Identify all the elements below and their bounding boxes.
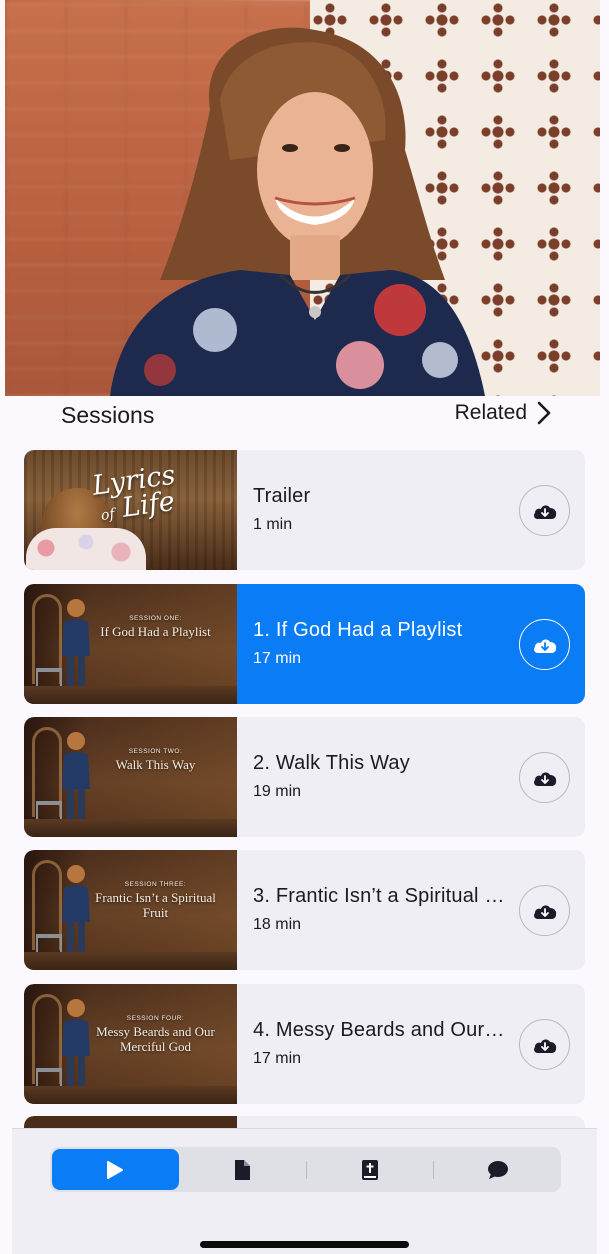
tab-video[interactable] bbox=[52, 1149, 179, 1190]
thumbnail-logo-lyrics-of-life: Lyrics of Life bbox=[90, 459, 178, 526]
session-thumbnail: SESSION THREE: Frantic Isn’t a Spiritual… bbox=[24, 850, 237, 970]
cloud-download-icon bbox=[533, 504, 556, 519]
session-card-1[interactable]: SESSION ONE: If God Had a Playlist 1. If… bbox=[24, 584, 585, 704]
thumbnail-floor bbox=[24, 952, 237, 970]
segmented-control bbox=[50, 1147, 561, 1192]
chat-bubble-icon bbox=[487, 1160, 508, 1179]
thumbnail-speaker bbox=[62, 599, 90, 690]
thumbnail-caption: SESSION FOUR: Messy Beards and Our Merci… bbox=[96, 1015, 215, 1054]
cloud-download-icon bbox=[533, 638, 556, 653]
session-card-2[interactable]: SESSION TWO: Walk This Way 2. Walk This … bbox=[24, 717, 585, 837]
session-title: 4. Messy Beards and Our Merciful God bbox=[253, 1019, 509, 1041]
hero-video[interactable] bbox=[5, 0, 600, 396]
related-link[interactable]: Related bbox=[455, 401, 551, 425]
home-indicator[interactable] bbox=[200, 1241, 409, 1248]
thumbnail-caption: SESSION THREE: Frantic Isn’t a Spiritual… bbox=[95, 881, 216, 920]
chevron-right-icon bbox=[537, 401, 551, 425]
thumbnail-caption: SESSION TWO: Walk This Way bbox=[115, 748, 196, 772]
session-thumbnail: SESSION ONE: If God Had a Playlist bbox=[24, 584, 237, 704]
tab-bible[interactable] bbox=[307, 1149, 434, 1190]
cloud-download-icon bbox=[533, 771, 556, 786]
thumbnail-floor bbox=[24, 686, 237, 704]
thumbnail-figure-blouse bbox=[26, 528, 146, 570]
session-card-4[interactable]: SESSION FOUR: Messy Beards and Our Merci… bbox=[24, 984, 585, 1104]
session-title: 1. If God Had a Playlist bbox=[253, 619, 463, 641]
thumbnail-speaker bbox=[62, 732, 90, 823]
cloud-download-icon bbox=[533, 904, 556, 919]
session-card-trailer[interactable]: Lyrics of Life Trailer 1 min bbox=[24, 450, 585, 570]
session-title: Trailer bbox=[253, 485, 311, 507]
session-thumbnail: Lyrics of Life bbox=[24, 450, 237, 570]
download-button[interactable] bbox=[519, 885, 570, 936]
thumbnail-caption: SESSION ONE: If God Had a Playlist bbox=[100, 615, 211, 639]
sessions-heading: Sessions bbox=[61, 402, 155, 428]
bible-icon bbox=[361, 1159, 378, 1180]
play-icon bbox=[107, 1160, 124, 1179]
tab-document[interactable] bbox=[179, 1149, 306, 1190]
thumbnail-floor bbox=[24, 819, 237, 837]
screen: Sessions Related Lyrics of Life Trailer 1… bbox=[0, 0, 609, 1254]
related-label: Related bbox=[454, 401, 527, 424]
session-title: 3. Frantic Isn’t a Spiritual Fruit bbox=[253, 885, 509, 907]
speaker-photo bbox=[110, 27, 485, 396]
download-button[interactable] bbox=[519, 1019, 570, 1070]
bottom-tab-bar bbox=[12, 1128, 597, 1254]
session-thumbnail: SESSION TWO: Walk This Way bbox=[24, 717, 237, 837]
document-icon bbox=[235, 1159, 251, 1180]
tab-discussion[interactable] bbox=[434, 1149, 561, 1190]
download-button[interactable] bbox=[519, 619, 570, 670]
session-card-3[interactable]: SESSION THREE: Frantic Isn’t a Spiritual… bbox=[24, 850, 585, 970]
download-button[interactable] bbox=[519, 485, 570, 536]
cloud-download-icon bbox=[533, 1038, 556, 1053]
session-title: 2. Walk This Way bbox=[253, 752, 410, 774]
download-button[interactable] bbox=[519, 752, 570, 803]
thumbnail-floor bbox=[24, 1086, 237, 1104]
session-thumbnail: SESSION FOUR: Messy Beards and Our Merci… bbox=[24, 984, 237, 1104]
